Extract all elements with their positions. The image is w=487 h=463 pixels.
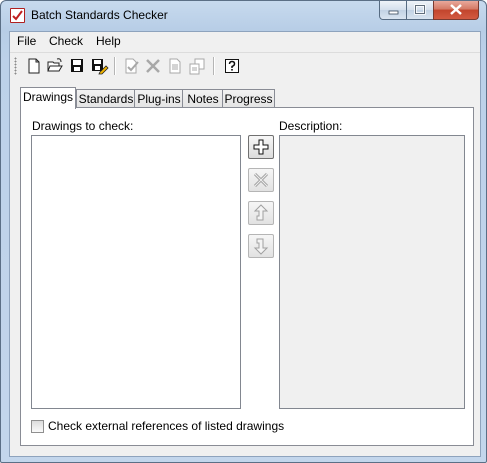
check-icon[interactable] xyxy=(121,56,141,76)
toolbar-grip[interactable] xyxy=(14,57,17,75)
drawings-list[interactable] xyxy=(31,135,241,409)
tab-plug-ins[interactable]: Plug-ins xyxy=(134,89,184,108)
add-drawing-button[interactable] xyxy=(248,135,274,159)
toolbar-separator xyxy=(114,57,116,75)
app-icon xyxy=(10,8,25,23)
move-down-icon xyxy=(253,238,269,255)
move-up-button[interactable] xyxy=(248,201,274,225)
menu-help[interactable]: Help xyxy=(96,34,121,48)
app-window: Batch Standards Checker File Check Help xyxy=(0,0,487,463)
menu-bar: File Check Help xyxy=(10,32,480,51)
remove-drawing-button[interactable] xyxy=(248,168,274,192)
tab-notes[interactable]: Notes xyxy=(182,89,224,108)
drawings-list-label: Drawings to check: xyxy=(32,119,134,133)
new-icon[interactable] xyxy=(24,56,44,76)
toolbar-separator xyxy=(213,57,215,75)
drawings-panel: Drawings to check: Description: Check ex… xyxy=(20,107,474,446)
maximize-button[interactable] xyxy=(406,1,434,20)
menu-check[interactable]: Check xyxy=(49,34,83,48)
tab-standards[interactable]: Standards xyxy=(76,89,136,108)
add-icon xyxy=(253,139,269,155)
window-title: Batch Standards Checker xyxy=(31,8,168,22)
tab-progress[interactable]: Progress xyxy=(222,89,275,108)
tab-drawings[interactable]: Drawings xyxy=(20,87,76,109)
save-as-icon[interactable] xyxy=(89,56,109,76)
toolbar xyxy=(10,52,480,80)
move-down-button[interactable] xyxy=(248,234,274,258)
description-box xyxy=(279,135,465,409)
paste-icon[interactable] xyxy=(187,56,207,76)
copy-icon[interactable] xyxy=(165,56,185,76)
description-label: Description: xyxy=(279,119,343,133)
save-icon[interactable] xyxy=(67,56,87,76)
title-bar[interactable]: Batch Standards Checker xyxy=(1,1,486,31)
delete-icon[interactable] xyxy=(143,56,163,76)
minimize-button[interactable] xyxy=(379,1,407,20)
tab-strip: Drawings Standards Plug-ins Notes Progre… xyxy=(20,87,480,109)
open-icon[interactable] xyxy=(45,56,65,76)
menu-file[interactable]: File xyxy=(17,34,36,48)
move-up-icon xyxy=(253,204,269,221)
client-area: File Check Help Drawings Standards Plug-… xyxy=(9,31,481,457)
close-button[interactable] xyxy=(433,1,479,20)
remove-icon xyxy=(253,172,269,188)
xref-checkbox-label[interactable]: Check external references of listed draw… xyxy=(48,419,284,433)
xref-checkbox[interactable] xyxy=(31,420,44,433)
help-icon[interactable] xyxy=(222,56,242,76)
